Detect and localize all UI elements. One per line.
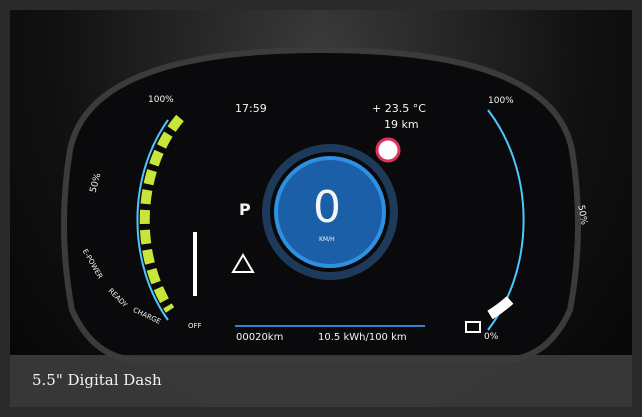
left-gauge-label-off: OFF [188,322,202,330]
right-gauge-bottom-label: 0% [484,332,499,342]
caption-bar: 5.5" Digital Dash [10,355,632,407]
speed-unit: KM/H [319,236,335,243]
caption-text: 5.5" Digital Dash [32,371,162,389]
clock-time: 17:59 [235,102,267,115]
range-value: 19 km [384,118,419,131]
nav-badge-icon [375,137,401,163]
image-frame: 17:59 + 23.5 °C 19 km P 0 KM/H 100% 50% … [0,0,642,417]
odometer: 00020km [236,332,284,343]
gear-indicator: P [239,200,251,219]
right-gauge-top-label: 100% [488,96,514,106]
left-gauge-top-label: 100% [148,95,174,105]
outside-temp: + 23.5 °C [372,102,426,115]
dashboard-photo: 17:59 + 23.5 °C 19 km P 0 KM/H 100% 50% … [10,10,632,407]
left-power-bar [193,232,197,296]
speed-value: 0 [313,182,341,233]
consumption: 10.5 kWh/100 km [318,332,407,343]
